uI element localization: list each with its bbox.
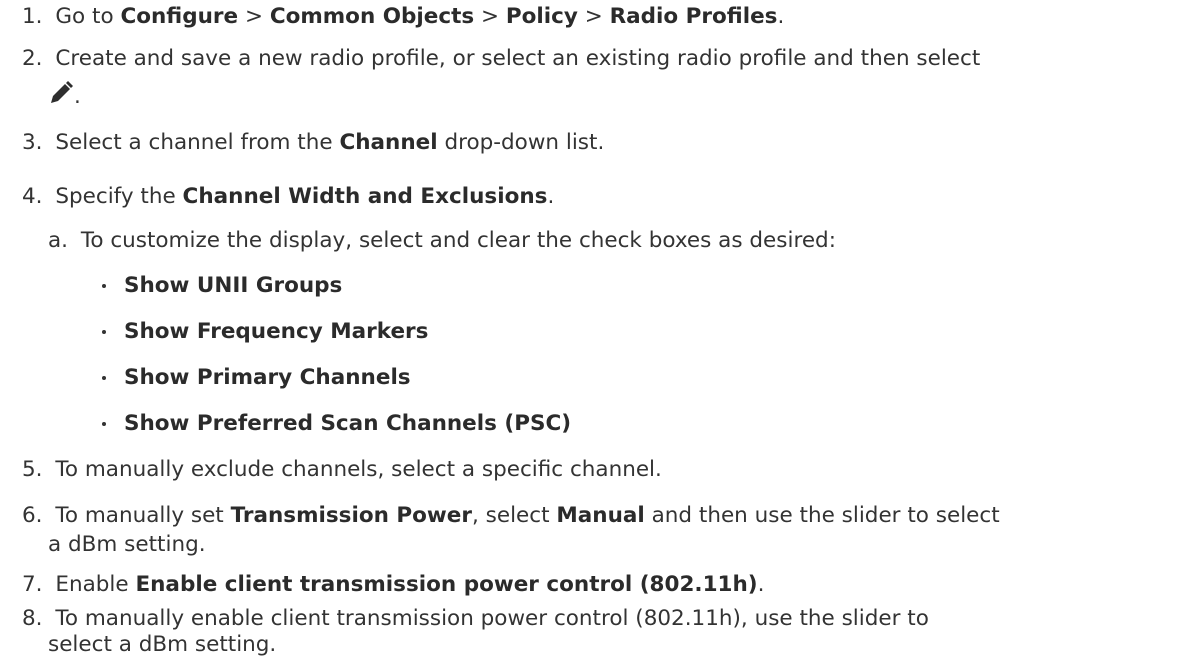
procedure-document: 1. Go to Configure > Common Objects > Po… [0, 0, 1184, 658]
step-number: 3. [22, 130, 43, 155]
field-transmission-power: Transmission Power [230, 503, 472, 528]
option-show-frequency-markers: Show Frequency Markers [124, 317, 428, 347]
menu-common-objects: Common Objects [269, 4, 475, 29]
step-3: 3. Select a channel from the Channel dro… [22, 128, 604, 158]
field-channel-width: Channel Width and Exclusions [182, 184, 548, 209]
option-manual: Manual [556, 503, 645, 528]
punctuation: . [74, 84, 81, 109]
step-5: 5. To manually exclude channels, select … [22, 455, 662, 485]
step-2-continuation: . [48, 80, 81, 115]
field-channel: Channel [339, 130, 438, 155]
step-7: 7. Enable Enable client transmission pow… [22, 570, 764, 600]
step-number: 4. [22, 184, 43, 209]
bullet-icon [102, 284, 106, 288]
step-1: 1. Go to Configure > Common Objects > Po… [22, 2, 784, 32]
separator: > [577, 4, 610, 29]
step-6: 6. To manually set Transmission Power, s… [22, 501, 1000, 531]
menu-configure: Configure [120, 4, 239, 29]
punctuation: . [777, 4, 785, 29]
bullet-icon [102, 330, 106, 334]
separator: > [238, 4, 270, 29]
option-enable-client-tpc: Enable client transmission power control… [135, 572, 758, 597]
step-number: 8. [22, 606, 43, 631]
step-number: 7. [22, 572, 43, 597]
step-text: Enable [55, 572, 136, 597]
pencil-icon [48, 80, 74, 115]
option-show-psc: Show Preferred Scan Channels (PSC) [124, 409, 571, 439]
step-text: To manually exclude channels, select a s… [55, 457, 662, 482]
option-label: Show Primary Channels [124, 365, 411, 390]
step-text: a dBm setting. [48, 532, 206, 557]
separator: > [474, 4, 506, 29]
step-number: 6. [22, 503, 43, 528]
step-text: Specify the [55, 184, 183, 209]
step-text: To manually enable client transmission p… [55, 606, 929, 631]
step-text: select a dBm setting. [48, 632, 277, 657]
substep-a: a. To customize the display, select and … [48, 226, 836, 256]
step-text: Select a channel from the [55, 130, 340, 155]
step-text: Create and save a new radio profile, or … [55, 46, 981, 71]
step-4: 4. Specify the Channel Width and Exclusi… [22, 182, 554, 212]
step-text: drop-down list. [437, 130, 605, 155]
option-label: Show Preferred Scan Channels (PSC) [124, 411, 572, 436]
option-show-unii-groups: Show UNII Groups [124, 271, 342, 301]
option-label: Show Frequency Markers [124, 319, 429, 344]
substep-text: To customize the display, select and cle… [80, 228, 836, 253]
punctuation: . [547, 184, 555, 209]
punctuation: . [757, 572, 765, 597]
menu-policy: Policy [505, 4, 578, 29]
step-8-continuation: select a dBm setting. [48, 630, 276, 660]
step-number: 1. [22, 4, 43, 29]
substep-letter: a. [48, 228, 69, 253]
bullet-icon [102, 376, 106, 380]
step-text: and then use the slider to select [644, 503, 1000, 528]
option-show-primary-channels: Show Primary Channels [124, 363, 411, 393]
step-text: Go to [55, 4, 121, 29]
step-number: 5. [22, 457, 43, 482]
option-label: Show UNII Groups [124, 273, 343, 298]
menu-radio-profiles: Radio Profiles [609, 4, 778, 29]
bullet-icon [102, 422, 106, 426]
step-text: , select [471, 503, 557, 528]
step-number: 2. [22, 46, 43, 71]
step-2: 2. Create and save a new radio profile, … [22, 44, 980, 74]
step-6-continuation: a dBm setting. [48, 530, 206, 560]
step-text: To manually set [55, 503, 231, 528]
